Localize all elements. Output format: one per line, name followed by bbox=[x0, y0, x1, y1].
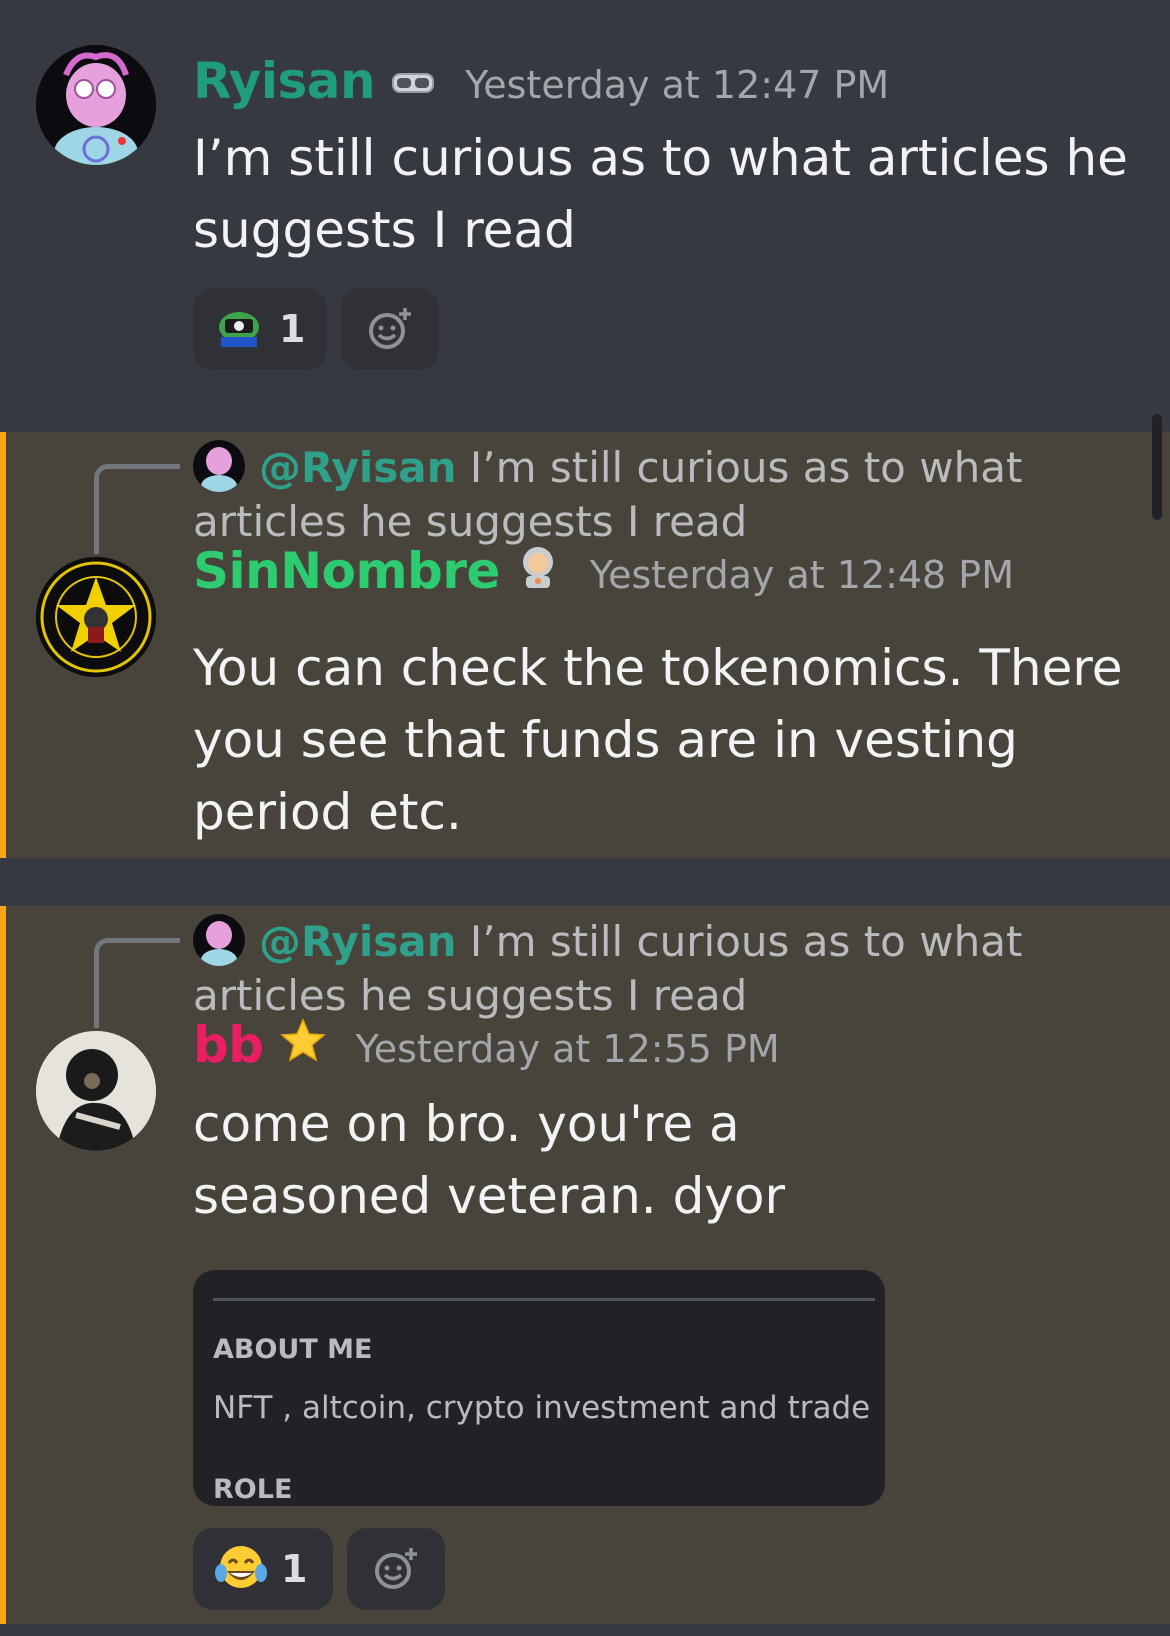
reaction-count: 1 bbox=[281, 1547, 308, 1591]
add-reaction-button[interactable] bbox=[347, 1528, 445, 1610]
avatar-sinnombre[interactable] bbox=[36, 557, 156, 677]
tears-of-joy-emoji-icon bbox=[215, 1543, 267, 1595]
reply-mention[interactable]: @Ryisan bbox=[259, 443, 456, 492]
reactions-bar: 1 bbox=[193, 288, 440, 370]
pepe-camera-emoji-icon bbox=[215, 305, 265, 353]
reaction-count: 1 bbox=[279, 307, 306, 351]
reply-preview[interactable]: @Ryisan I’m still curious as to what art… bbox=[193, 914, 1073, 1023]
timestamp[interactable]: Yesterday at 12:48 PM bbox=[590, 553, 1014, 597]
reply-avatar-ryisan bbox=[193, 914, 245, 966]
avatar-sinnombre-image bbox=[36, 557, 156, 677]
message-text: I’m still curious as to what articles he… bbox=[193, 129, 1128, 259]
avatar-ryisan-image bbox=[36, 45, 156, 165]
avatar-bb[interactable] bbox=[36, 1031, 156, 1151]
reply-spine bbox=[94, 938, 180, 1028]
message-text: come on bro. you're a seasoned veteran. … bbox=[193, 1095, 786, 1225]
about-me-heading: ABOUT ME bbox=[213, 1334, 373, 1365]
username-sinnombre[interactable]: SinNombre bbox=[193, 542, 500, 600]
message-ryisan: Ryisan Yesterday at 12:47 PM I’m still c… bbox=[0, 0, 1170, 432]
astronaut-emoji-icon bbox=[516, 544, 560, 592]
reaction-tears-of-joy[interactable]: 1 bbox=[193, 1528, 333, 1610]
message-text: You can check the tokenomics. There you … bbox=[193, 639, 1123, 841]
mention-highlight-bar bbox=[0, 432, 6, 858]
add-reaction-icon bbox=[375, 1548, 417, 1589]
reply-preview[interactable]: @Ryisan I’m still curious as to what art… bbox=[193, 440, 1073, 549]
message-sinnombre: @Ryisan I’m still curious as to what art… bbox=[0, 432, 1170, 858]
add-reaction-icon bbox=[369, 308, 412, 349]
username-ryisan[interactable]: Ryisan bbox=[193, 52, 376, 110]
reaction-pepe[interactable]: 1 bbox=[193, 288, 328, 370]
message-bb: @Ryisan I’m still curious as to what art… bbox=[0, 906, 1170, 1624]
about-me-text: NFT , altcoin, crypto investment and tra… bbox=[213, 1390, 871, 1426]
username-bb[interactable]: bb bbox=[193, 1016, 264, 1074]
avatar-bb-image bbox=[36, 1031, 156, 1151]
role-heading: ROLE bbox=[213, 1474, 293, 1505]
profile-screenshot-attachment[interactable]: ABOUT ME NFT , altcoin, crypto investmen… bbox=[193, 1270, 885, 1506]
scrollbar[interactable] bbox=[1152, 414, 1162, 520]
vr-goggles-icon bbox=[391, 68, 435, 102]
divider bbox=[213, 1298, 875, 1301]
avatar-ryisan[interactable] bbox=[36, 45, 156, 165]
reply-avatar-ryisan bbox=[193, 440, 245, 492]
reply-mention[interactable]: @Ryisan bbox=[259, 917, 456, 966]
mention-highlight-bar bbox=[0, 906, 6, 1624]
timestamp[interactable]: Yesterday at 12:55 PM bbox=[356, 1027, 780, 1071]
star-icon bbox=[279, 1018, 326, 1066]
reply-spine bbox=[94, 464, 180, 554]
timestamp[interactable]: Yesterday at 12:47 PM bbox=[465, 63, 889, 107]
add-reaction-button[interactable] bbox=[341, 288, 440, 370]
reactions-bar: 1 bbox=[193, 1528, 445, 1610]
